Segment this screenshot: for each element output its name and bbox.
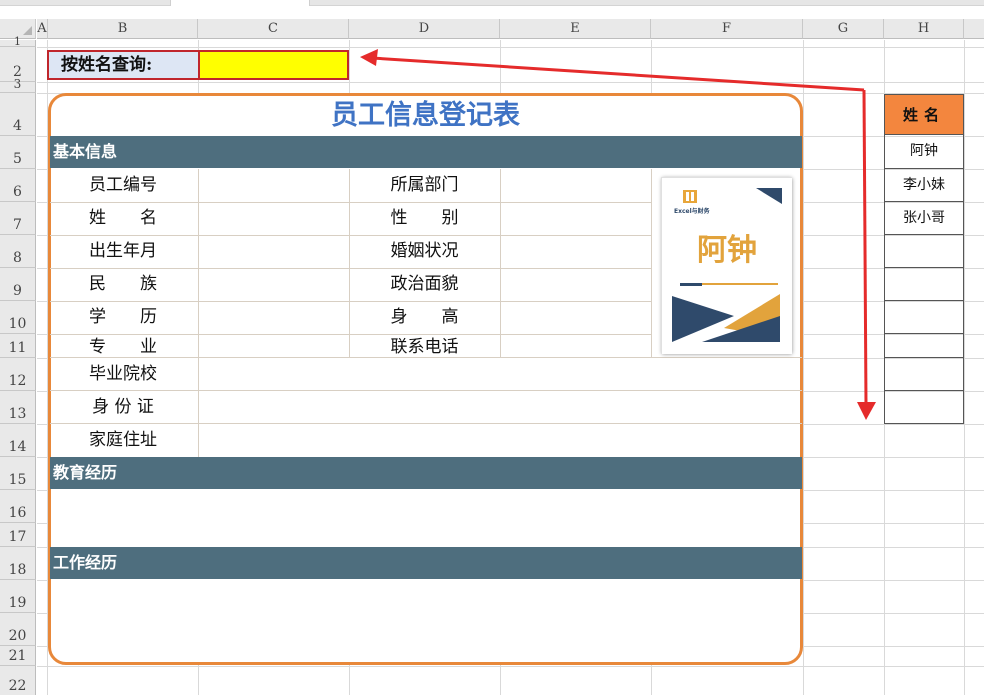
arrow-to-list-icon xyxy=(862,89,868,406)
arrow-head-left-icon xyxy=(360,49,378,66)
arrow-to-query-icon xyxy=(371,56,865,92)
arrow-head-down-icon xyxy=(857,402,876,420)
annotation-arrows xyxy=(360,49,876,420)
